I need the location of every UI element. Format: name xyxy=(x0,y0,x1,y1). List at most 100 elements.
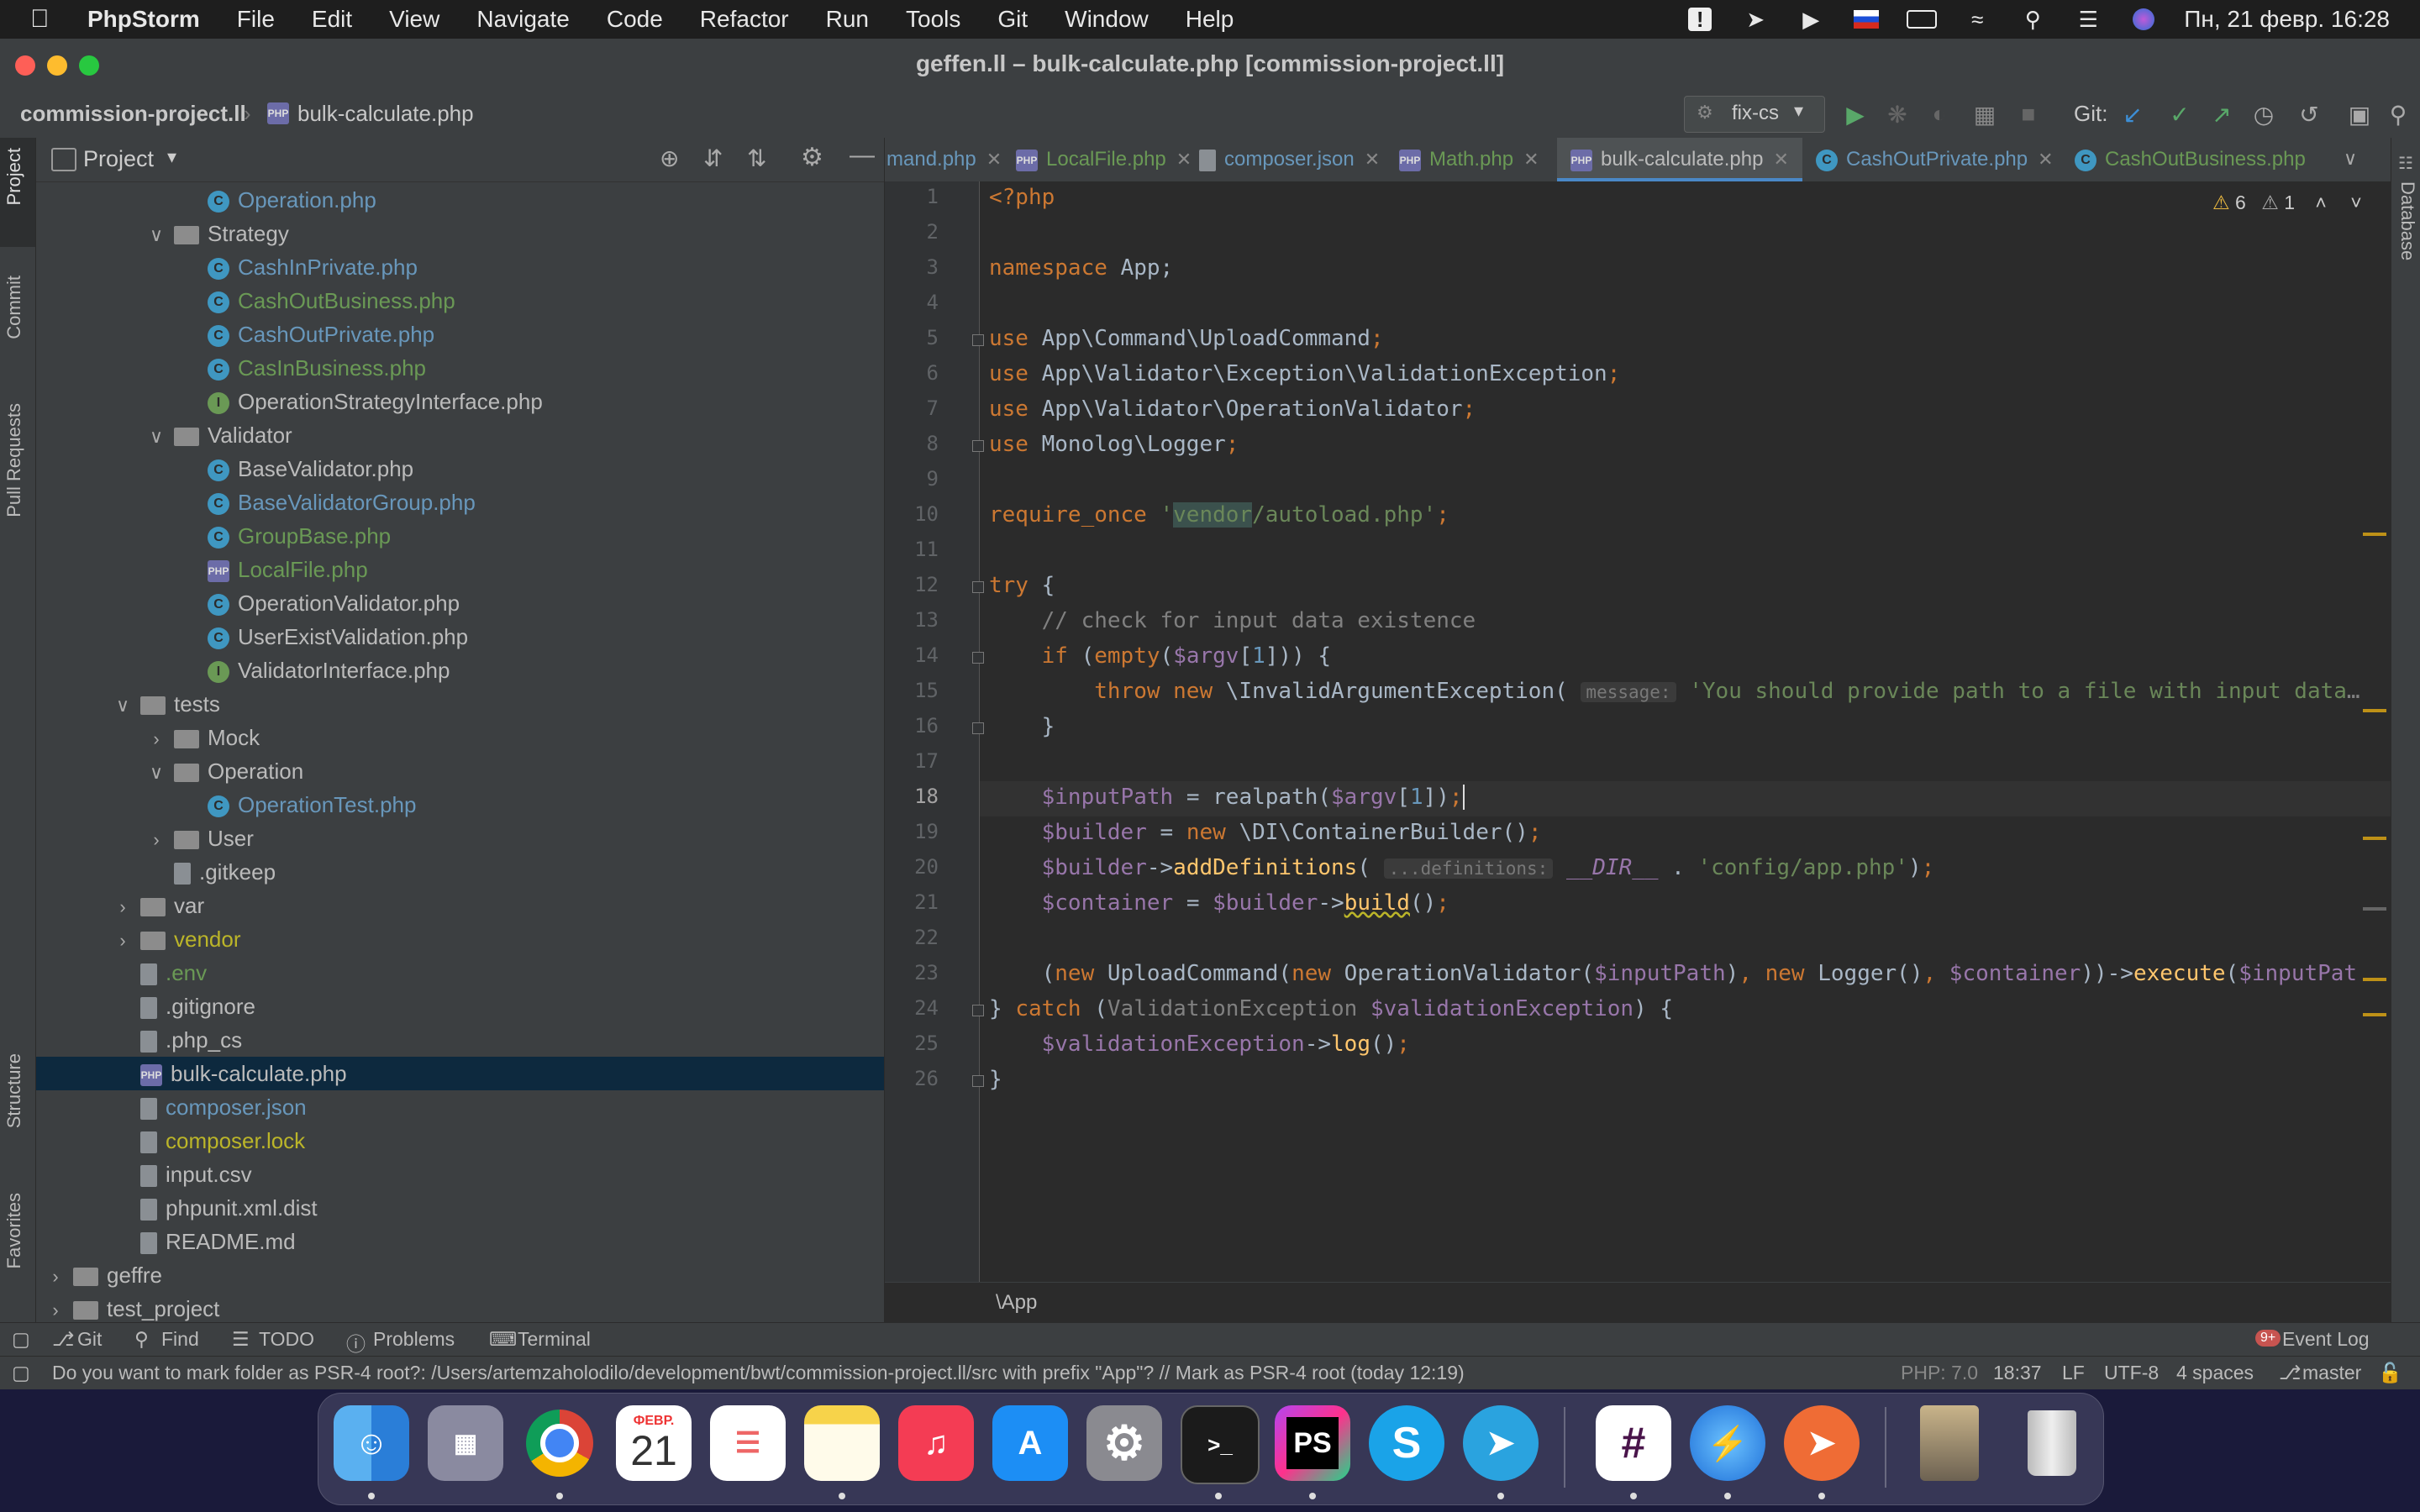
line-separator[interactable]: LF xyxy=(2062,1362,2085,1384)
line-number[interactable]: 18 xyxy=(897,785,939,808)
nav-project-crumb[interactable]: commission-project.ll xyxy=(20,101,246,127)
line-number[interactable]: 7 xyxy=(897,396,939,420)
finder-icon[interactable]: ☺ xyxy=(334,1405,409,1481)
tree-file[interactable]: composer.json xyxy=(36,1090,884,1124)
tree-file[interactable]: C UserExistValidation.php xyxy=(36,620,884,654)
tree-folder[interactable]: › vendor xyxy=(36,922,884,956)
chrome-icon[interactable] xyxy=(522,1405,597,1481)
menu-app-name[interactable]: PhpStorm xyxy=(87,6,200,33)
tree-folder[interactable]: › test_project xyxy=(36,1292,884,1326)
expand-all-icon[interactable]: ⇵ xyxy=(703,144,723,172)
reminders-icon[interactable]: ☰ xyxy=(710,1405,786,1481)
bottom-tool-todo[interactable]: TODO xyxy=(259,1328,314,1351)
launchpad-icon[interactable]: ▦ xyxy=(428,1405,503,1481)
editor-tab[interactable]: PHP Math.php ✕ xyxy=(1386,138,1557,181)
editor-tab[interactable]: PHP LocalFile.php ✕ xyxy=(1002,138,1192,181)
run-config-select[interactable]: ⚙ fix-cs ▾ xyxy=(1684,96,1825,133)
siri-icon[interactable] xyxy=(2128,7,2159,32)
notes-icon[interactable] xyxy=(804,1405,880,1481)
flag-ru-icon[interactable] xyxy=(1851,7,1881,32)
line-number[interactable]: 12 xyxy=(897,573,939,596)
tree-file[interactable]: C BaseValidatorGroup.php xyxy=(36,486,884,519)
profile-icon[interactable]: ▦ xyxy=(1970,99,2000,129)
line-number[interactable]: 10 xyxy=(897,502,939,526)
tab-project[interactable]: Project xyxy=(3,148,25,205)
info-icon[interactable]: ! xyxy=(1685,7,1715,32)
terminal-app-icon[interactable]: >_ xyxy=(1181,1405,1260,1484)
code-editor[interactable]: 1 2 3 4 5 6 7 8 9 10 11 12 13 14 15 16 17 18 19 20 21 22 23 24 2… xyxy=(885,181,2391,1282)
fold-marker-icon[interactable] xyxy=(972,440,984,452)
bottom-tool-terminal[interactable]: Terminal xyxy=(518,1328,591,1351)
tree-file[interactable]: input.csv xyxy=(36,1158,884,1191)
event-log-button[interactable]: Event Log xyxy=(2282,1328,2370,1351)
wifi-icon[interactable]: ≈ xyxy=(1962,7,1992,32)
error-stripe-mark[interactable] xyxy=(2363,1013,2386,1016)
music-icon[interactable]: ♫ xyxy=(898,1405,974,1481)
close-tab-icon[interactable]: ✕ xyxy=(1523,149,1539,170)
editor-tab[interactable]: mand.php ✕ xyxy=(885,138,1002,181)
line-number[interactable]: 19 xyxy=(897,820,939,843)
tree-file[interactable]: C CasInBusiness.php xyxy=(36,351,884,385)
line-number[interactable]: 9 xyxy=(897,467,939,491)
inspection-widget[interactable]: ⚠ 6 ⚠ 1 ˄ ˅ xyxy=(2212,192,2362,214)
tree-file[interactable]: .env xyxy=(36,956,884,990)
line-number[interactable]: 17 xyxy=(897,749,939,773)
system-preferences-icon[interactable]: ⚙ xyxy=(1086,1405,1162,1481)
bottom-tool-problems[interactable]: Problems xyxy=(373,1328,455,1351)
tree-file[interactable]: I OperationStrategyInterface.php xyxy=(36,385,884,418)
tree-file[interactable]: PHP LocalFile.php xyxy=(36,553,884,586)
chevron-right-icon[interactable]: › xyxy=(45,1260,66,1294)
fold-marker-icon[interactable] xyxy=(972,581,984,593)
tree-file[interactable]: .php_cs xyxy=(36,1023,884,1057)
fold-marker-icon[interactable] xyxy=(972,652,984,664)
line-number[interactable]: 26 xyxy=(897,1067,939,1090)
tree-file[interactable]: C CashInPrivate.php xyxy=(36,250,884,284)
gear-icon[interactable]: ⚙ xyxy=(801,143,823,172)
show-hidden-tabs-icon[interactable]: ∨ xyxy=(2344,148,2357,170)
error-stripe-mark[interactable] xyxy=(2363,533,2386,536)
database-icon[interactable]: ☷ xyxy=(2398,153,2413,174)
php-version[interactable]: PHP: 7.0 xyxy=(1901,1362,1978,1384)
tree-file[interactable]: C OperationTest.php xyxy=(36,788,884,822)
chevron-down-icon[interactable]: ∨ xyxy=(145,420,167,454)
electron-app-icon[interactable]: ⚡ xyxy=(1690,1405,1765,1481)
git-update-icon[interactable]: ↙ xyxy=(2118,99,2148,129)
collapse-all-icon[interactable]: ⇅ xyxy=(747,144,766,172)
hide-panel-icon[interactable]: — xyxy=(850,141,875,170)
line-number[interactable]: 23 xyxy=(897,961,939,984)
tree-file[interactable]: C GroupBase.php xyxy=(36,519,884,553)
tree-file[interactable]: I ValidatorInterface.php xyxy=(36,654,884,687)
tree-file[interactable]: C CashOutPrivate.php xyxy=(36,318,884,351)
tree-file[interactable]: C CashOutBusiness.php xyxy=(36,284,884,318)
status-message[interactable]: Do you want to mark folder as PSR-4 root… xyxy=(52,1362,1465,1384)
locate-file-icon[interactable]: ⊕ xyxy=(660,144,679,172)
chevron-right-icon[interactable]: › xyxy=(145,722,167,756)
editor-tab[interactable]: C CashOutBusiness.php xyxy=(2061,138,2338,181)
caret-position[interactable]: 18:37 xyxy=(1993,1362,2042,1384)
tree-folder[interactable]: ∨ tests xyxy=(36,687,884,721)
line-number[interactable]: 22 xyxy=(897,926,939,949)
apple-icon[interactable]:  xyxy=(30,5,69,34)
lock-icon[interactable]: 🔓 xyxy=(2378,1362,2402,1384)
tree-folder[interactable]: › geffre xyxy=(36,1258,884,1292)
bottom-tool-git[interactable]: Git xyxy=(77,1328,102,1351)
next-issue-icon[interactable]: ˅ xyxy=(2350,192,2361,213)
status-toggle-icon[interactable]: ▢ xyxy=(12,1362,30,1384)
tree-file[interactable]: README.md xyxy=(36,1225,884,1258)
line-number[interactable]: 2 xyxy=(897,220,939,244)
battery-icon[interactable] xyxy=(1907,7,1938,32)
project-panel-title[interactable]: Project xyxy=(83,146,154,172)
tree-file[interactable]: phpunit.xml.dist xyxy=(36,1191,884,1225)
search-icon[interactable]: ⚲ xyxy=(2018,7,2048,32)
line-number[interactable]: 16 xyxy=(897,714,939,738)
tree-folder[interactable]: ∨ Strategy xyxy=(36,217,884,250)
menu-help[interactable]: Help xyxy=(1186,6,1234,33)
bottom-tool-find[interactable]: Find xyxy=(161,1328,199,1351)
line-number[interactable]: 13 xyxy=(897,608,939,632)
tab-structure[interactable]: Structure xyxy=(3,1053,25,1128)
menu-code[interactable]: Code xyxy=(607,6,663,33)
nav-file-crumb[interactable]: bulk-calculate.php xyxy=(297,101,474,127)
skype-icon[interactable]: S xyxy=(1369,1405,1444,1481)
trash-icon[interactable] xyxy=(2014,1405,2090,1481)
menu-refactor[interactable]: Refactor xyxy=(700,6,789,33)
